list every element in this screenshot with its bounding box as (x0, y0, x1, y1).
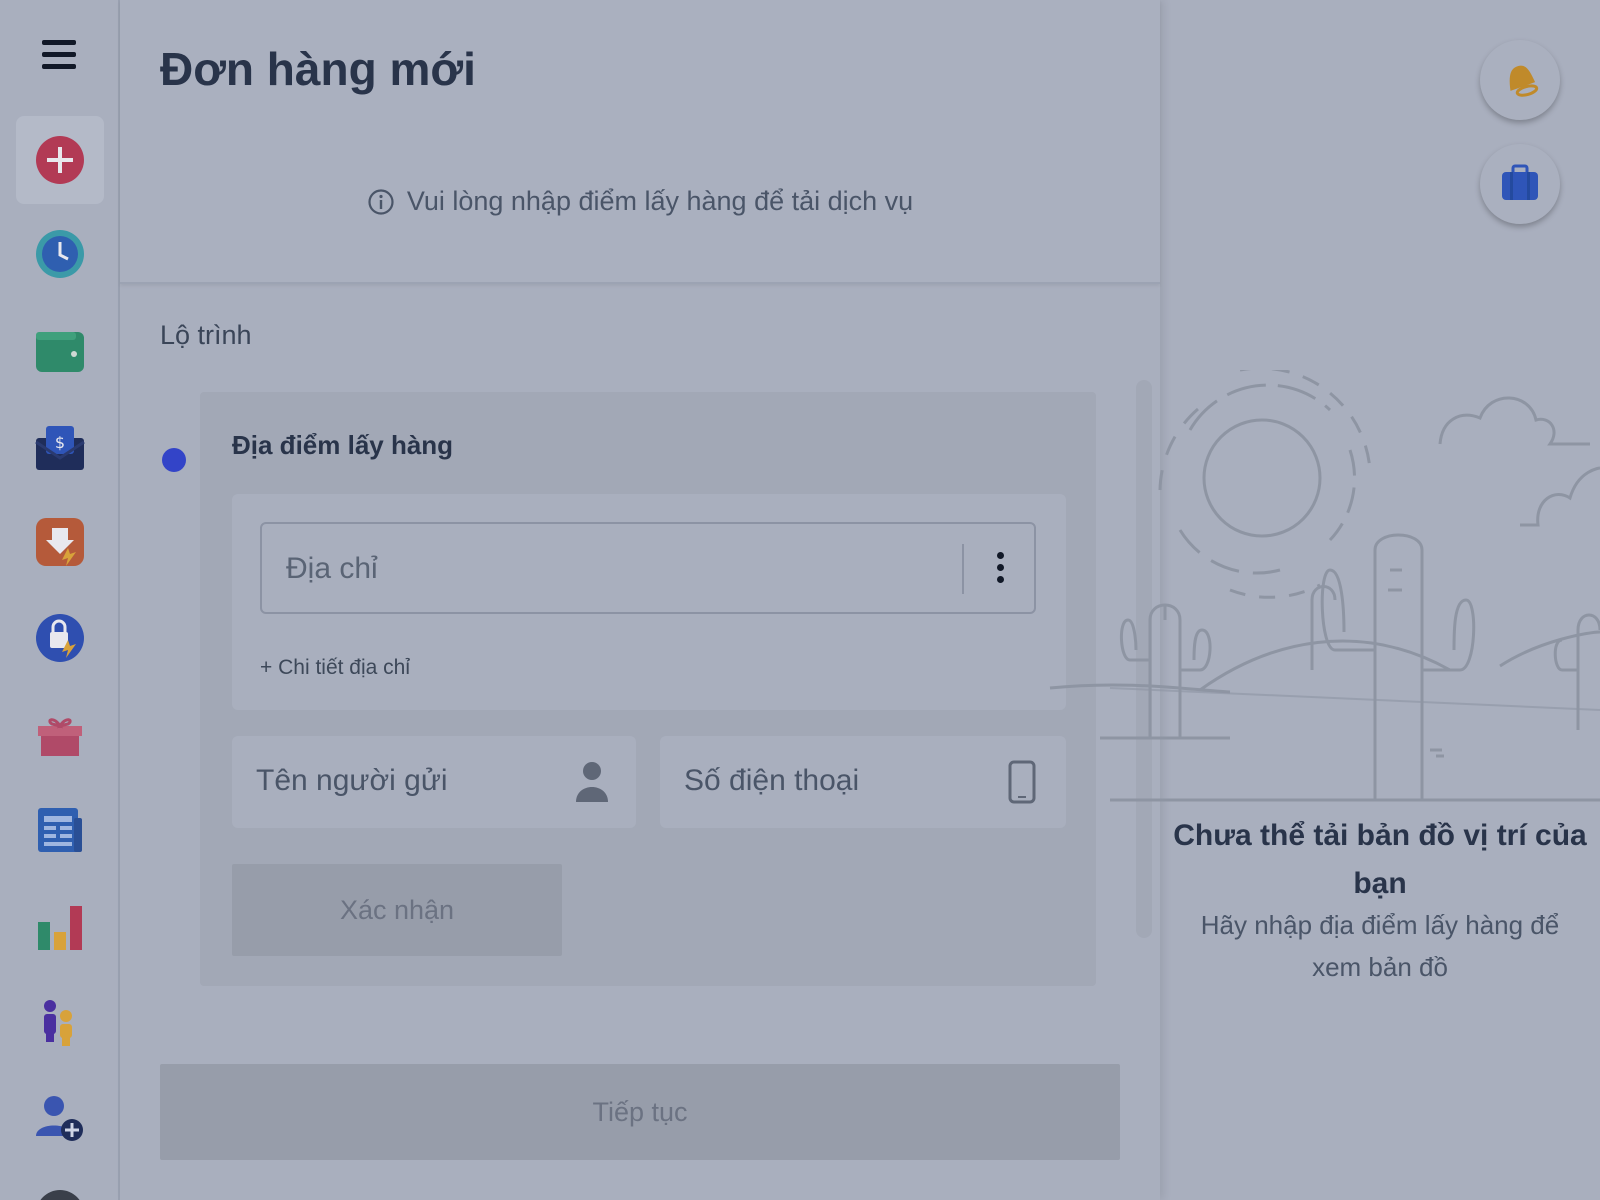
service-info-text: Vui lòng nhập điểm lấy hàng để tải dịch … (406, 186, 914, 216)
info-icon (368, 188, 394, 215)
briefcase-icon (1502, 164, 1538, 200)
sidebar-item-reports[interactable] (16, 882, 104, 970)
sidebar: $ (0, 0, 120, 1200)
svg-text:$: $ (55, 433, 65, 452)
pickup-card: Địa điểm lấy hàng Địa chỉ + Chi tiết địa… (200, 392, 1096, 986)
desert-illustration (1049, 370, 1600, 802)
menu-icon[interactable] (42, 40, 76, 72)
more-icon (40, 1190, 80, 1200)
sidebar-item-more[interactable] (16, 1170, 104, 1200)
sidebar-item-insurance[interactable] (16, 594, 104, 682)
sender-name-input[interactable]: Tên người gửi (232, 736, 636, 828)
pickup-marker-dot (162, 448, 186, 472)
map-error-subtitle: Hãy nhập địa điểm lấy hàng để xem bản đồ (1200, 910, 1560, 982)
sidebar-item-payments[interactable]: $ (16, 402, 104, 490)
sidebar-item-history[interactable] (16, 210, 104, 298)
sidebar-item-rewards[interactable] (16, 690, 104, 778)
wallet-icon (36, 332, 84, 372)
news-icon (38, 808, 82, 852)
phone-input[interactable]: Số điện thoại (660, 736, 1066, 828)
address-placeholder: Địa chỉ (286, 552, 378, 585)
bell-icon (1509, 65, 1539, 97)
clock-icon (36, 230, 84, 278)
jobs-button[interactable] (1480, 144, 1560, 224)
phone-placeholder: Số điện thoại (684, 764, 860, 797)
input-divider (962, 544, 964, 594)
bar-chart-icon (38, 906, 82, 950)
sidebar-item-new-order[interactable] (16, 116, 104, 204)
continue-button[interactable]: Tiếp tục (160, 1064, 1120, 1160)
add-user-icon (36, 1096, 83, 1141)
sidebar-item-wallet[interactable] (16, 306, 104, 394)
service-info: Vui lòng nhập điểm lấy hàng để tải dịch … (120, 186, 1160, 217)
gift-icon (38, 718, 82, 756)
address-input[interactable]: Địa chỉ (260, 522, 1036, 614)
more-options-icon[interactable] (990, 552, 1010, 588)
page-title: Đơn hàng mới (160, 43, 476, 95)
order-panel: Đơn hàng mới Vui lòng nhập điểm lấy hàng… (120, 0, 1160, 1200)
route-section-title: Lộ trình (160, 320, 252, 350)
download-bolt-icon (36, 518, 84, 566)
confirm-button[interactable]: Xác nhận (232, 864, 562, 956)
money-envelope-icon: $ (35, 426, 85, 470)
pickup-title: Địa điểm lấy hàng (232, 430, 454, 460)
map-area (1049, 0, 1600, 1200)
sidebar-item-cod[interactable] (16, 498, 104, 586)
sender-name-placeholder: Tên người gửi (256, 764, 448, 797)
notification-button[interactable] (1480, 40, 1560, 120)
add-order-icon (36, 136, 84, 184)
address-box: Địa chỉ + Chi tiết địa chỉ (232, 494, 1066, 710)
panel-header: Đơn hàng mới Vui lòng nhập điểm lấy hàng… (120, 0, 1160, 284)
sidebar-item-news[interactable] (16, 786, 104, 874)
people-icon (44, 1000, 72, 1046)
person-icon (576, 762, 608, 802)
lock-bolt-icon (36, 614, 84, 662)
address-detail-link[interactable]: + Chi tiết địa chỉ (260, 656, 410, 680)
sidebar-item-users[interactable] (16, 978, 104, 1066)
sidebar-item-add-user[interactable] (16, 1074, 104, 1162)
map-error-title: Chưa thể tải bản đồ vị trí của bạn (1173, 819, 1587, 900)
